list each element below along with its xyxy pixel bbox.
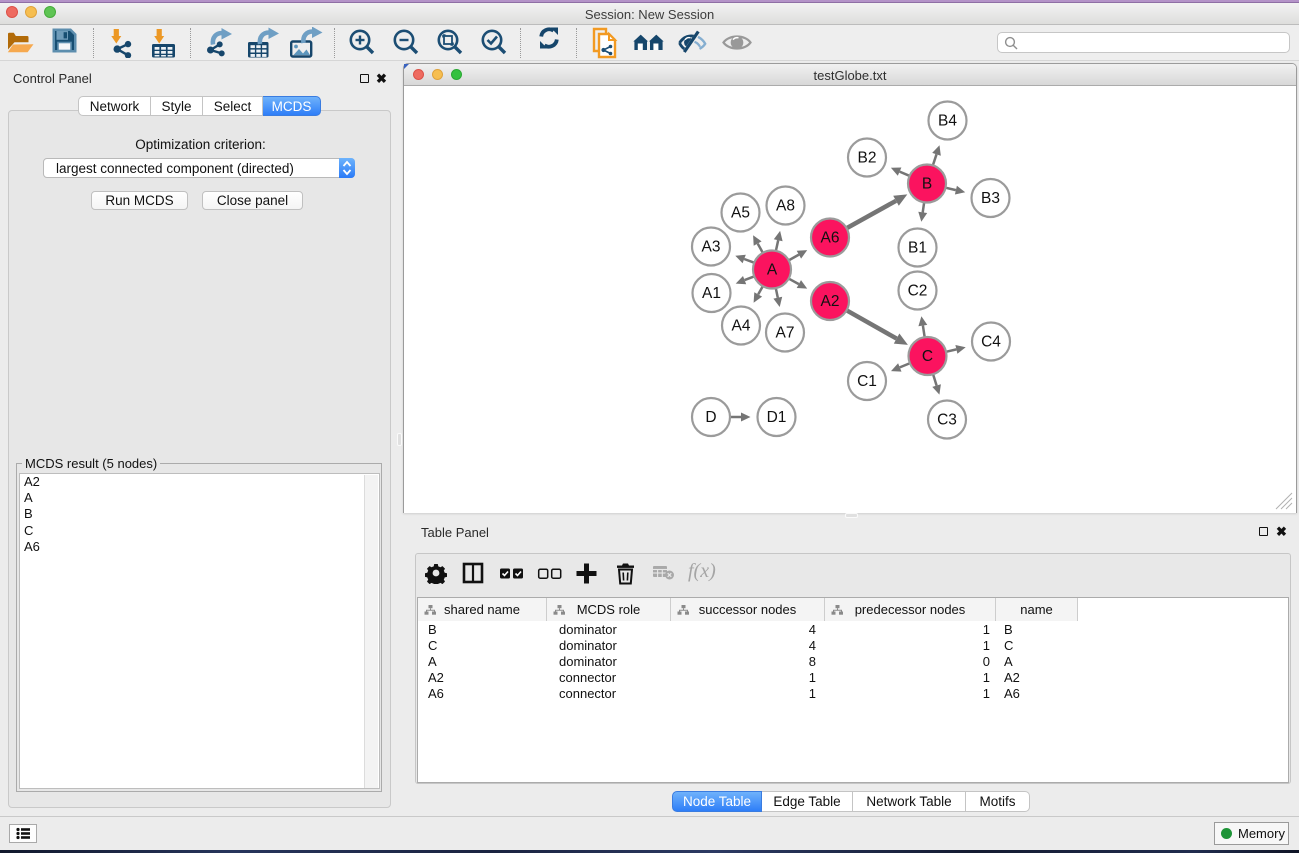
svg-text:C: C	[922, 348, 933, 365]
svg-text:B4: B4	[938, 113, 957, 130]
svg-text:C2: C2	[908, 283, 928, 300]
svg-text:A7: A7	[776, 325, 795, 342]
svg-text:C3: C3	[937, 412, 957, 429]
svg-text:D1: D1	[767, 409, 787, 426]
svg-text:A4: A4	[732, 318, 751, 335]
svg-text:B: B	[922, 176, 932, 193]
svg-text:A2: A2	[821, 293, 840, 310]
svg-text:D: D	[705, 409, 716, 426]
svg-text:C1: C1	[857, 373, 877, 390]
svg-text:A5: A5	[731, 205, 750, 222]
svg-text:B1: B1	[908, 240, 927, 257]
svg-text:B3: B3	[981, 190, 1000, 207]
svg-text:C4: C4	[981, 334, 1001, 351]
svg-text:A8: A8	[776, 198, 795, 215]
svg-text:A6: A6	[821, 230, 840, 247]
svg-text:A1: A1	[702, 285, 721, 302]
svg-text:A: A	[767, 262, 778, 279]
svg-text:A3: A3	[702, 239, 721, 256]
svg-text:B2: B2	[858, 150, 877, 167]
